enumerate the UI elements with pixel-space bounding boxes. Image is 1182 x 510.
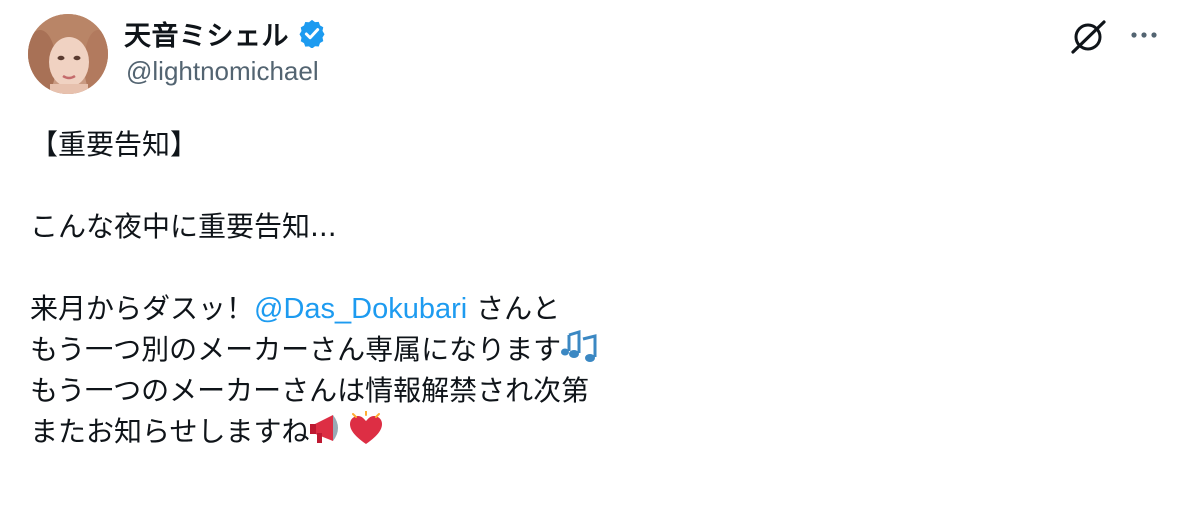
tweet-line: またお知らせしますね [30,410,1150,452]
tweet-line: 来月からダスッ！@Das_Dokubari さんと [30,288,1150,329]
grok-icon[interactable] [1070,18,1108,56]
megaphone-icon [309,411,347,447]
tweet-text-segment: 来月からダスッ！ [30,292,255,325]
more-options-icon[interactable] [1124,18,1164,52]
display-name[interactable]: 天音ミシェル [124,14,289,53]
tweet-line: もう一つのメーカーさんは情報解禁され次第 [30,374,590,407]
tweet-line: こんな夜中に重要告知... [30,210,337,243]
author-name-row: 天音ミシェル [124,14,327,52]
beating-heart-icon [347,410,385,447]
author-handle[interactable]: @lightnomichael [126,56,319,87]
tweet-text-segment: もう一つ別のメーカーさん専属になります [30,333,562,366]
tweet-text-segment: さんと [467,292,561,325]
verified-badge-icon[interactable] [297,18,327,49]
avatar[interactable] [28,14,108,94]
musical-notes-icon [561,329,599,365]
tweet-text-segment: またお知らせしますね [30,415,310,448]
tweet-line: もう一つ別のメーカーさん専属になります [30,329,1150,370]
mention-link[interactable]: @Das_Dokubari [254,293,467,325]
tweet-text: 【重要告知】 こんな夜中に重要告知... 来月からダスッ！@Das_Dokuba… [30,124,1150,452]
tweet-line: 【重要告知】 [30,128,199,161]
